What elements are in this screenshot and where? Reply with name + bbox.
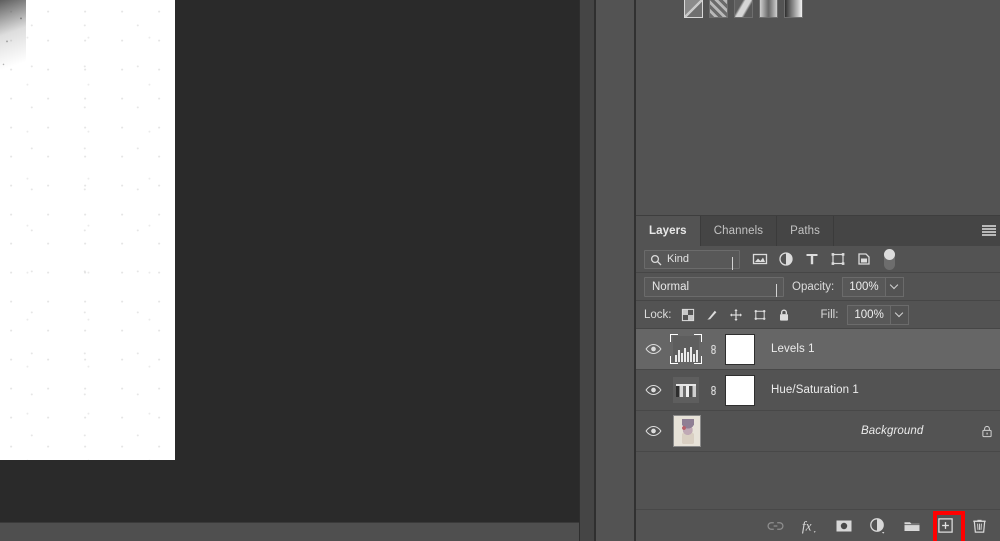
tab-layers[interactable]: Layers	[636, 216, 701, 246]
smart-object-filter-icon[interactable]	[856, 251, 872, 267]
new-group-button[interactable]	[902, 516, 921, 535]
filter-enable-toggle[interactable]	[884, 248, 895, 270]
opacity-label: Opacity:	[792, 280, 835, 293]
gradient-preset-row[interactable]	[684, 0, 834, 18]
search-icon	[650, 254, 662, 266]
lock-transparent-pixels-icon[interactable]	[681, 307, 696, 322]
type-layer-filter-icon[interactable]	[804, 251, 820, 267]
lock-label: Lock:	[644, 308, 672, 321]
filter-kind-value: Kind	[667, 253, 690, 265]
svg-text:fx: fx	[802, 518, 812, 533]
background-photo-thumbnail[interactable]	[670, 415, 704, 447]
link-mask-icon[interactable]	[702, 341, 724, 358]
eye-icon[interactable]	[636, 384, 670, 396]
tab-layers-label: Layers	[649, 225, 687, 237]
lock-icon	[974, 425, 1000, 438]
opacity-control[interactable]: 100%	[842, 276, 904, 297]
filter-type-icons	[752, 251, 872, 267]
eye-icon[interactable]	[636, 343, 670, 355]
lock-all-icon[interactable]	[777, 307, 792, 322]
new-layer-plus-icon[interactable]	[936, 516, 955, 535]
shape-layer-filter-icon[interactable]	[830, 251, 846, 267]
add-layer-mask-button[interactable]	[834, 516, 853, 535]
swatch-4[interactable]	[759, 0, 778, 18]
blend-mode-value: Normal	[652, 280, 690, 293]
hamburger-menu-icon[interactable]	[982, 225, 996, 236]
opacity-input[interactable]: 100%	[842, 276, 886, 297]
blend-mode-row: Normal Opacity: 100%	[636, 273, 1000, 301]
table-row[interactable]: Background	[636, 411, 1000, 452]
layers-panel-toolbar: fx	[636, 509, 1000, 541]
panel-tab-bar: Layers Channels Paths	[636, 216, 1000, 246]
properties-panel	[636, 0, 1000, 212]
layer-name[interactable]: Background	[845, 425, 974, 437]
table-row[interactable]: Hue/Saturation 1	[636, 370, 1000, 411]
trash-icon[interactable]	[970, 516, 989, 535]
strip-divider	[0, 522, 580, 523]
table-row[interactable]: Levels 1	[636, 329, 1000, 370]
swatch-5[interactable]	[784, 0, 803, 18]
swatch-3[interactable]	[734, 0, 753, 18]
levels-histogram-thumbnail[interactable]	[670, 333, 702, 365]
hue-gradient-graphic	[673, 377, 699, 403]
tab-channels[interactable]: Channels	[701, 216, 778, 246]
fill-control[interactable]: 100%	[847, 304, 909, 325]
pixel-layer-filter-icon[interactable]	[752, 251, 768, 267]
opacity-stepper[interactable]	[885, 276, 904, 297]
lock-artboard-nesting-icon[interactable]	[753, 307, 768, 322]
adjustment-layer-filter-icon[interactable]	[778, 251, 794, 267]
hue-saturation-gradient-thumbnail[interactable]	[670, 374, 702, 406]
layer-mask-white-thumbnail[interactable]	[725, 333, 755, 365]
blend-mode-select[interactable]: Normal	[644, 276, 784, 297]
new-adjustment-layer-button[interactable]	[868, 516, 887, 535]
layer-list: Levels 1 Hue/Saturation 1 Background	[636, 329, 1000, 514]
canvas-status-strip	[0, 522, 580, 541]
filter-kind-select[interactable]: Kind	[644, 249, 740, 270]
tab-bar-filler	[834, 216, 1000, 246]
collapsed-panel-strip[interactable]	[580, 0, 594, 541]
image-grain-texture	[0, 0, 175, 460]
fill-input[interactable]: 100%	[847, 304, 891, 325]
layer-filter-row: Kind	[636, 246, 1000, 273]
tab-paths-label: Paths	[790, 225, 820, 237]
add-layer-style-button[interactable]: fx	[800, 516, 819, 535]
link-mask-icon[interactable]	[702, 382, 724, 399]
layer-name[interactable]: Hue/Saturation 1	[755, 384, 974, 396]
eye-icon[interactable]	[636, 425, 670, 437]
canvas-image-region[interactable]	[0, 0, 175, 460]
photoshop-window: Layers Channels Paths Kind Normal Opacit…	[0, 0, 1000, 541]
tab-channels-label: Channels	[713, 225, 764, 237]
layer-list-empty-space[interactable]	[636, 452, 1000, 514]
lock-image-pixels-icon[interactable]	[705, 307, 720, 322]
layers-panel: Layers Channels Paths Kind Normal Opacit…	[636, 215, 1000, 541]
image-edge-smudge	[0, 0, 26, 120]
link-layers-button[interactable]	[766, 516, 785, 535]
chevron-down-icon[interactable]	[732, 256, 733, 270]
fill-label: Fill:	[820, 308, 839, 321]
background-thumbnail-image	[673, 415, 701, 447]
lock-position-icon[interactable]	[729, 307, 744, 322]
swatch-2[interactable]	[709, 0, 728, 18]
lock-row: Lock: Fill: 100%	[636, 301, 1000, 329]
document-canvas[interactable]	[0, 0, 580, 522]
tab-paths[interactable]: Paths	[777, 216, 834, 246]
layer-name[interactable]: Levels 1	[755, 343, 974, 355]
layer-mask-white-thumbnail[interactable]	[725, 374, 755, 406]
swatch-1[interactable]	[684, 0, 703, 18]
chevron-down-icon[interactable]	[776, 283, 777, 297]
thumbnail-selection-brackets	[670, 334, 702, 364]
fill-stepper[interactable]	[890, 304, 909, 325]
